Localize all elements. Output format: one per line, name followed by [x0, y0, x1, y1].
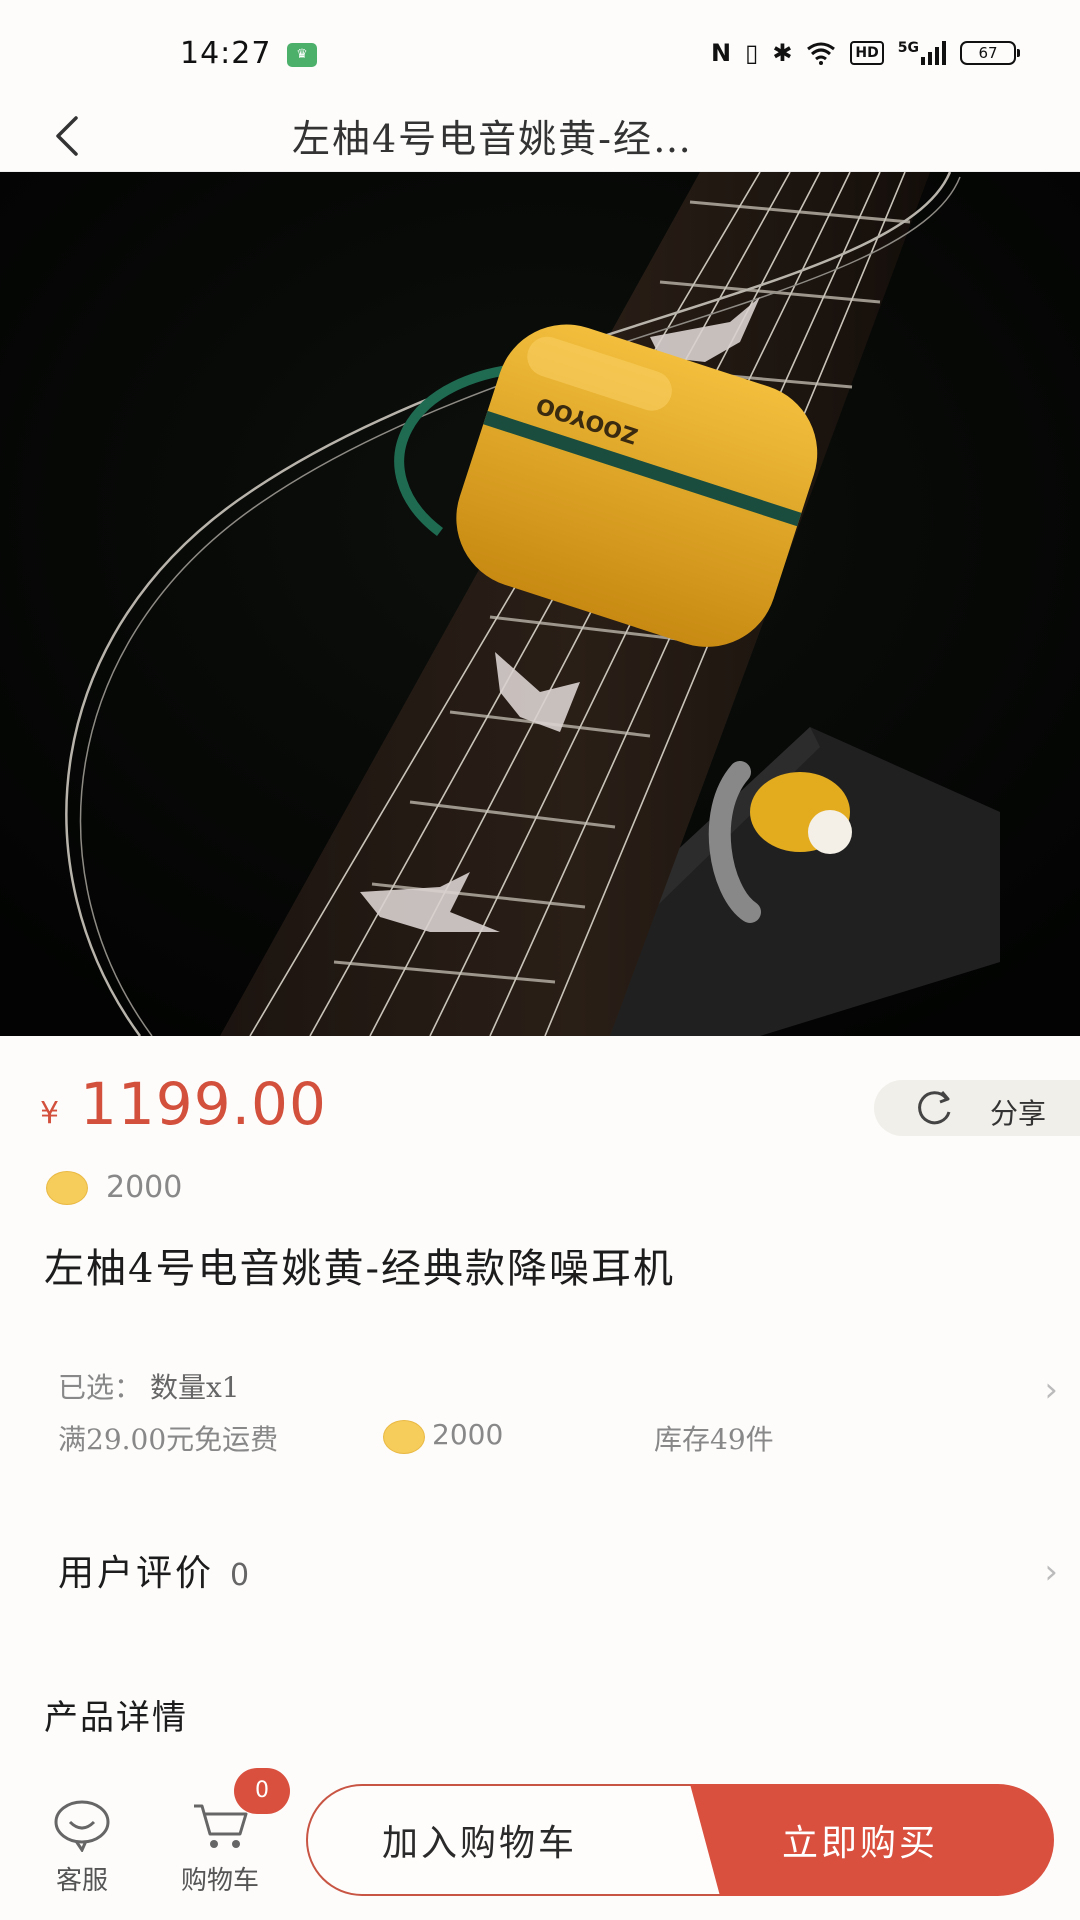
customer-service-label: 客服 — [55, 1866, 108, 1896]
back-button[interactable] — [40, 106, 100, 166]
status-icons: N ▯ ✱ HD 5G 67 — [711, 38, 1020, 68]
hd-icon: HD — [850, 41, 884, 65]
chevron-right-icon: › — [1044, 1370, 1058, 1410]
chat-bubble-icon — [54, 1800, 110, 1854]
product-price: 1199.00 — [80, 1070, 327, 1138]
coin-icon — [383, 1420, 425, 1454]
battery-icon: 67 — [960, 41, 1020, 65]
status-bar: 14:27 ♛ N ▯ ✱ HD 5G 67 — [0, 0, 1080, 100]
stock-info: 库存49件 — [654, 1423, 774, 1456]
cart-label: 购物车 — [180, 1866, 259, 1896]
wifi-icon — [807, 42, 836, 65]
coin-icon — [46, 1170, 88, 1205]
chevron-right-icon: › — [1044, 1552, 1058, 1592]
page-title: 左柚4号电音姚黄-经… — [292, 117, 694, 161]
shipping-info-row: 满29.00元免运费 2000 库存49件 — [58, 1418, 1058, 1468]
selected-value: 数量x1 — [150, 1371, 240, 1404]
points-value: 2000 — [106, 1170, 183, 1205]
customer-service-button[interactable]: 客服 — [44, 1798, 120, 1897]
product-title: 左柚4号电音姚黄-经典款降噪耳机 — [44, 1246, 675, 1292]
product-photo: ZOOYOO — [0, 172, 1080, 1036]
product-image[interactable]: ZOOYOO — [0, 172, 1080, 1036]
review-count: 0 — [230, 1558, 250, 1593]
nfc-icon: N — [711, 39, 732, 67]
network-type-label: 5G — [897, 40, 919, 56]
cellular-signal-icon: 5G — [898, 41, 946, 65]
points-row: 2000 — [46, 1170, 182, 1205]
bottom-action-bar: 客服 购物车 0 加入购物车 立即购买 — [0, 1760, 1080, 1920]
buy-now-label: 立即购买 — [782, 1823, 939, 1864]
currency-symbol: ¥ — [40, 1096, 60, 1131]
refresh-share-icon — [918, 1091, 951, 1125]
shipping-info: 满29.00元免运费 — [58, 1423, 279, 1456]
status-time: 14:27 — [180, 36, 272, 71]
info-points-value: 2000 — [432, 1418, 504, 1451]
vibrate-icon: ▯ — [745, 39, 759, 67]
share-button[interactable]: 分享 — [874, 1080, 1080, 1136]
user-reviews-row[interactable]: 用户评价 0 › — [58, 1544, 1058, 1604]
cart-count-badge: 0 — [234, 1768, 290, 1814]
bluetooth-icon: ✱ — [772, 39, 793, 67]
price-row: ¥ 1199.00 分享 — [0, 1060, 1080, 1150]
add-to-cart-label: 加入购物车 — [382, 1823, 578, 1864]
purchase-actions: 加入购物车 立即购买 — [306, 1784, 1054, 1896]
app-notification-icon: ♛ — [287, 43, 317, 67]
nav-bar: 左柚4号电音姚黄-经… — [0, 100, 1080, 172]
product-details-heading: 产品详情 — [44, 1698, 188, 1738]
share-label: 分享 — [990, 1097, 1047, 1130]
review-label: 用户评价 — [58, 1553, 215, 1594]
selected-options-row[interactable]: 已选： 数量x1 › — [58, 1366, 1058, 1416]
selected-label: 已选： — [58, 1371, 143, 1404]
